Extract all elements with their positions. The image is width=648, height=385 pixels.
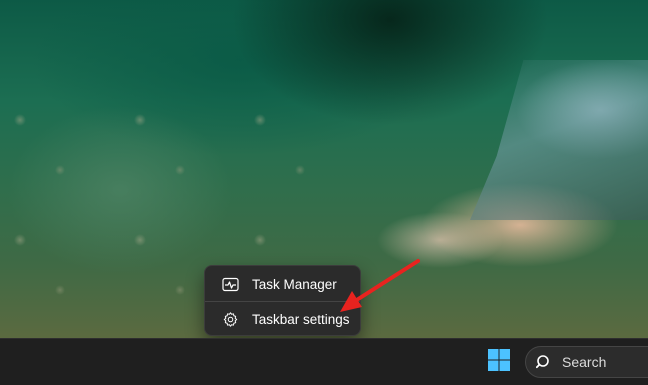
windows-logo-icon <box>487 348 511 377</box>
search-label: Search <box>562 354 607 370</box>
search-icon <box>536 354 552 370</box>
desktop-screen: Task Manager Taskbar settings Search <box>0 0 648 385</box>
start-button[interactable] <box>482 345 516 379</box>
task-manager-icon <box>221 275 239 293</box>
menu-item-label: Task Manager <box>252 276 337 292</box>
gear-icon <box>221 310 239 328</box>
taskbar: Search <box>0 338 648 385</box>
red-arrow-annotation <box>340 259 420 312</box>
taskbar-search-box[interactable]: Search <box>525 346 648 378</box>
